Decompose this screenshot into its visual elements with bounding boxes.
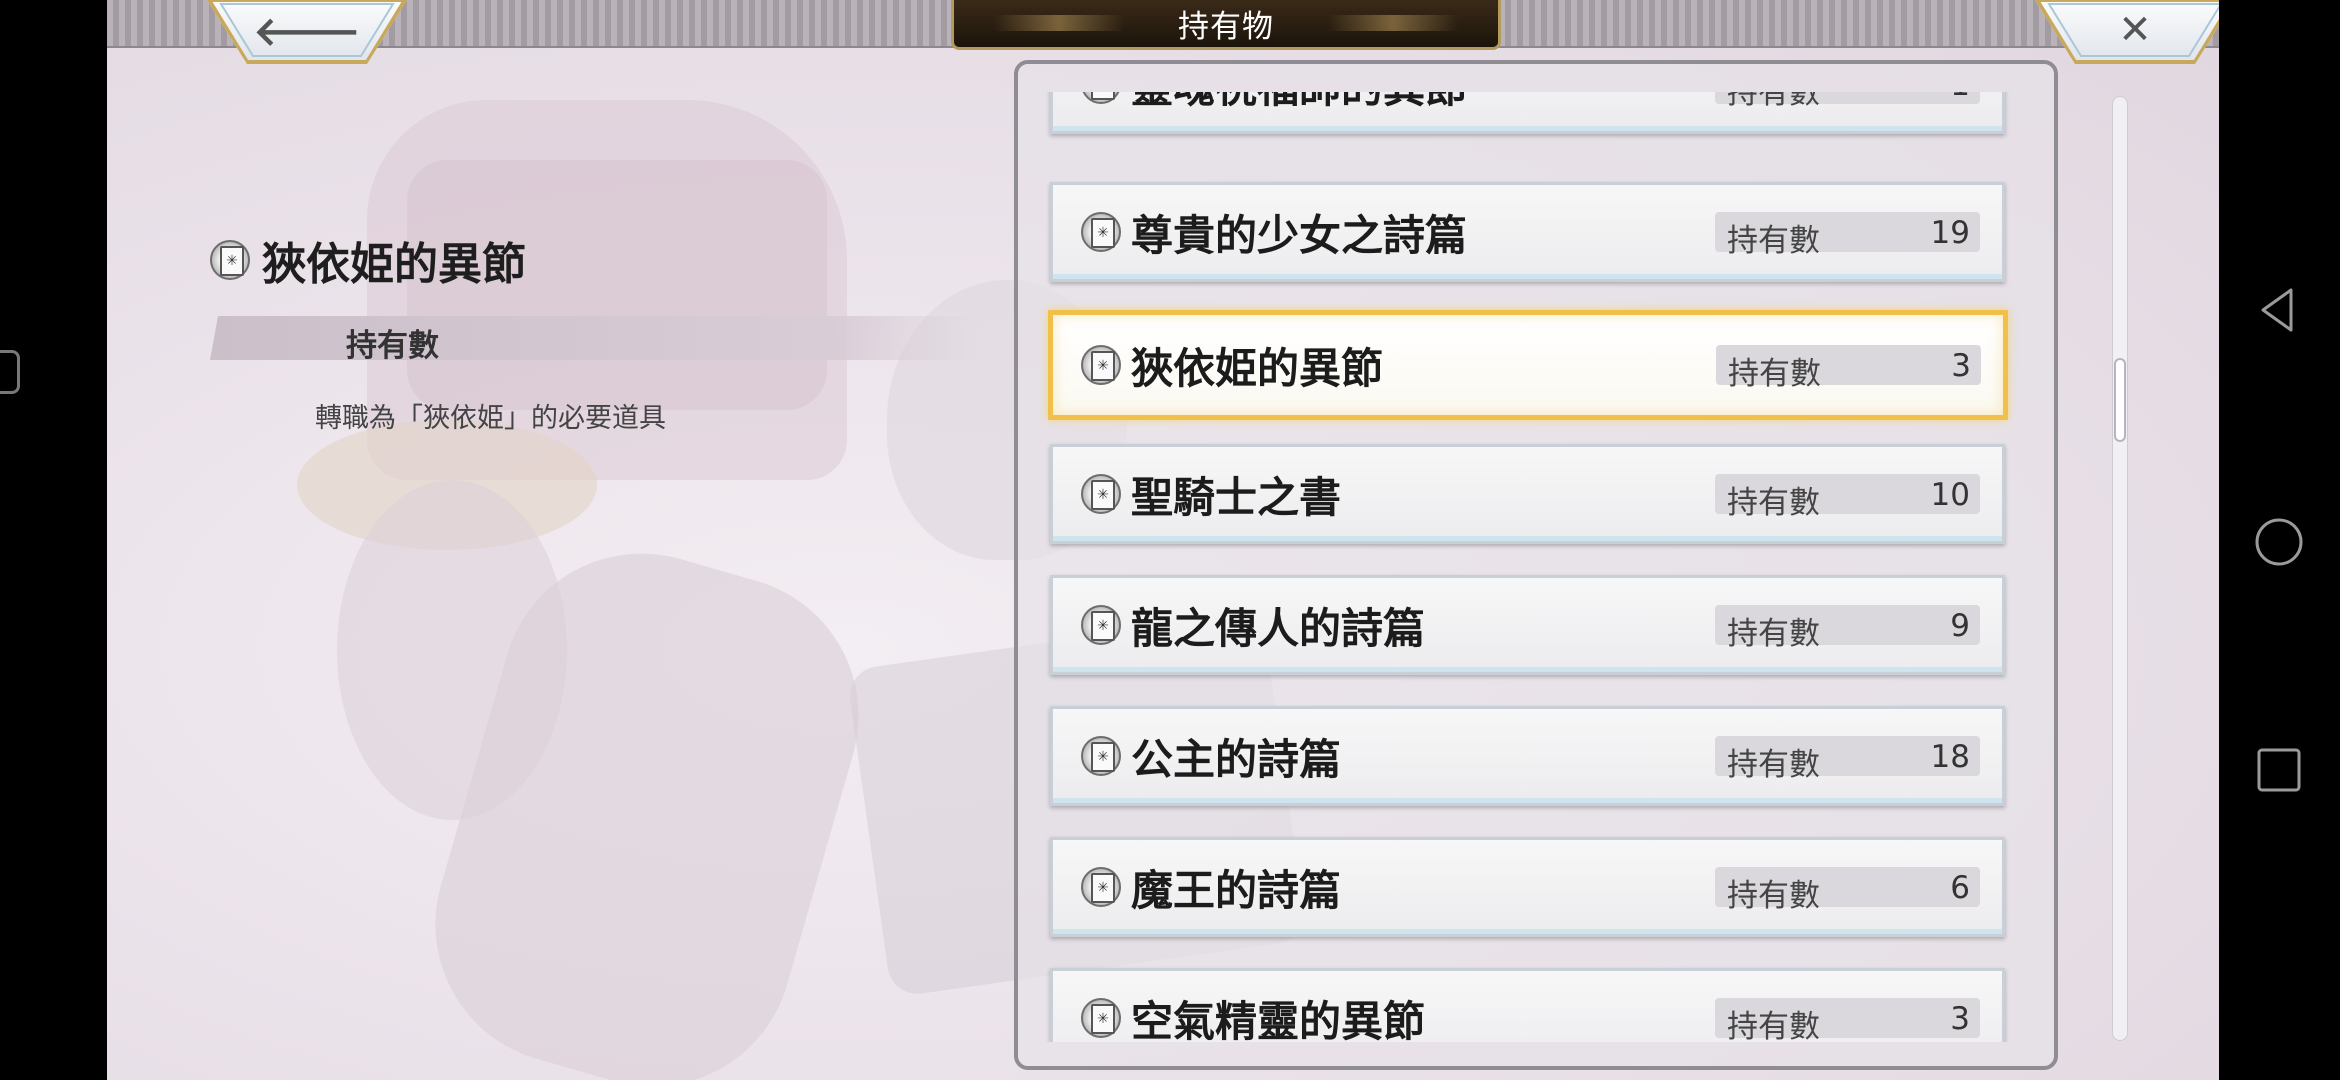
owned-count-value: 3	[1951, 348, 1971, 384]
item-name: 聖騎士之書	[1131, 472, 1342, 522]
item-name: 空氣精靈的異節	[1131, 996, 1426, 1043]
item-name: 靈魂祝福師的異節	[1131, 92, 1715, 115]
nav-home-icon[interactable]	[2249, 512, 2309, 572]
owned-count-value: 3	[1950, 1001, 1970, 1037]
book-icon	[1081, 736, 1121, 776]
owned-count-label: 持有數	[1727, 747, 1820, 783]
book-icon	[1081, 92, 1121, 104]
owned-count-label: 持有數	[1727, 223, 1820, 259]
item-detail-name: 狹依姫的異節	[262, 239, 526, 290]
item-list[interactable]: 靈魂祝福師的異節 持有數 1 尊貴的少女之詩篇 持有數 19 狹依姫的異節 持有…	[1040, 92, 2040, 1042]
list-item[interactable]: 空氣精靈的異節 持有數 3	[1050, 968, 2005, 1042]
owned-count-value: 18	[1930, 739, 1970, 775]
book-icon	[1081, 474, 1121, 514]
book-icon	[1081, 867, 1121, 907]
nav-recent-apps-icon[interactable]	[2249, 740, 2309, 800]
owned-count-label: 持有數	[1727, 616, 1820, 652]
owned-count-badge: 持有數 9	[1715, 605, 1980, 652]
list-item[interactable]: 聖騎士之書 持有數 10	[1050, 444, 2005, 544]
owned-count-value: 6	[1950, 870, 1970, 906]
item-name: 尊貴的少女之詩篇	[1131, 210, 1468, 260]
book-icon	[1081, 212, 1121, 252]
item-name: 龍之傳人的詩篇	[1131, 603, 1426, 653]
owned-count-label: 持有數	[346, 328, 439, 364]
edge-panel-handle-icon[interactable]	[0, 350, 20, 394]
owned-count-bar: 持有數 3	[210, 316, 980, 360]
owned-count-badge: 持有數 3	[1716, 345, 1981, 392]
book-icon	[1081, 998, 1121, 1038]
list-item[interactable]: 龍之傳人的詩篇 持有數 9	[1050, 575, 2005, 675]
owned-count-value: 10	[1930, 477, 1970, 513]
owned-count-label: 持有數	[1727, 92, 1820, 111]
owned-count-value: 19	[1930, 215, 1970, 251]
owned-count-label: 持有數	[1727, 878, 1820, 914]
owned-count-badge: 持有數 10	[1715, 474, 1980, 521]
item-description: 轉職為「狹依姫」的必要道具	[315, 403, 666, 434]
list-scrollbar-thumb[interactable]	[2114, 358, 2126, 442]
owned-count-badge: 持有數 3	[1715, 998, 1980, 1042]
owned-count-badge: 持有數 18	[1715, 736, 1980, 783]
owned-count-label: 持有數	[1728, 356, 1821, 392]
system-navigation-bar	[2219, 0, 2340, 1080]
back-button[interactable]: 🡐	[207, 0, 407, 64]
list-item[interactable]: 公主的詩篇 持有數 18	[1050, 706, 2005, 806]
owned-count-value: 1	[1950, 92, 1970, 103]
list-item[interactable]: 尊貴的少女之詩篇 持有數 19	[1050, 182, 2005, 282]
owned-count-badge: 持有數 6	[1715, 867, 1980, 914]
list-item-selected[interactable]: 狹依姫的異節 持有數 3	[1048, 310, 2008, 420]
arrow-left-icon: 🡐	[253, 8, 361, 55]
ornament-right	[1328, 15, 1458, 31]
close-button[interactable]: ✕	[2035, 0, 2219, 64]
title-plate: 持有物	[951, 0, 1501, 50]
owned-count-badge: 持有數 19	[1715, 212, 1980, 259]
close-icon: ✕	[2118, 7, 2152, 53]
owned-count-label: 持有數	[1727, 485, 1820, 521]
item-name: 狹依姫的異節	[1131, 343, 1384, 393]
list-item[interactable]: 魔王的詩篇 持有數 6	[1050, 837, 2005, 937]
owned-count-label: 持有數	[1727, 1009, 1820, 1042]
ornament-left	[994, 15, 1124, 31]
page-title: 持有物	[1178, 9, 1274, 45]
owned-count-badge: 持有數 1	[1715, 92, 1980, 111]
book-icon	[210, 240, 250, 280]
list-scrollbar[interactable]	[2112, 96, 2128, 1041]
item-detail-title: 狹依姫的異節	[210, 228, 526, 292]
item-name: 公主的詩篇	[1131, 734, 1342, 784]
book-icon	[1081, 345, 1121, 385]
book-icon	[1081, 605, 1121, 645]
item-name: 魔王的詩篇	[1131, 865, 1342, 915]
owned-count-value: 9	[1950, 608, 1970, 644]
nav-back-icon[interactable]	[2249, 280, 2309, 340]
list-item[interactable]: 靈魂祝福師的異節 持有數 1	[1050, 92, 2005, 134]
